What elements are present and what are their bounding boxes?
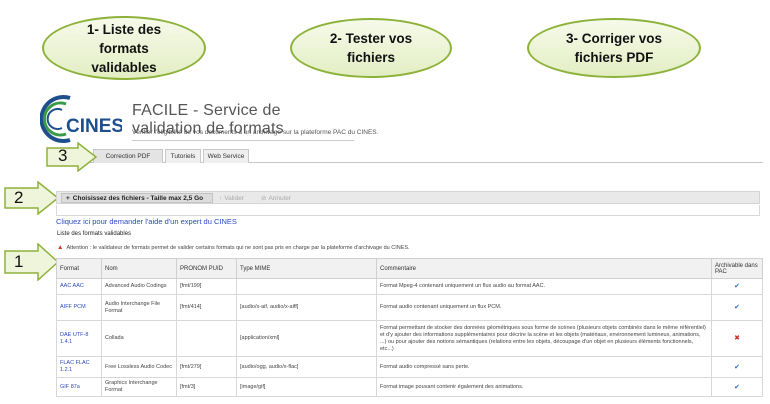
warning-text: Attention : le validateur de formats per…	[66, 244, 410, 251]
column-header[interactable]: Format	[56, 258, 102, 279]
table-row: DAE UTF-8 1.4.1 Collada [application/xml…	[56, 320, 763, 357]
validate-label: Valider	[224, 194, 245, 202]
plus-icon: +	[66, 194, 70, 202]
format-link[interactable]: AIFF PCM	[56, 294, 102, 321]
tab-tutorials[interactable]: Tutoriels	[165, 149, 201, 163]
format-mime: [image/gif]	[236, 377, 377, 397]
step-2-label: 2	[14, 188, 24, 207]
format-puid: [fmt/199]	[176, 278, 237, 295]
format-mime: [application/xml]	[236, 320, 377, 357]
column-header[interactable]: Type MIME	[236, 258, 377, 279]
upload-drop-area[interactable]	[56, 205, 760, 216]
format-name: Advanced Audio Codings	[101, 278, 177, 295]
format-comment: Format image pouvant contenir également …	[376, 377, 712, 397]
step-2-arrow	[4, 181, 60, 215]
not-archivable-cross-icon: ✖	[711, 320, 763, 357]
column-header[interactable]: Commentaire	[376, 258, 712, 279]
table-header-row: Format Nom PRONOM PUID Type MIME Comment…	[56, 258, 763, 279]
format-link[interactable]: AAC AAC	[56, 278, 102, 295]
format-puid: [fmt/3]	[176, 377, 237, 397]
format-link[interactable]: GIF 87a	[56, 377, 102, 397]
cancel-icon: ⊘	[261, 195, 267, 202]
table-row: GIF 87a Graphics Interchange Format [fmt…	[56, 377, 763, 397]
format-comment: Format audio compressé sans perte.	[376, 356, 712, 378]
format-puid: [fmt/414]	[176, 294, 237, 321]
format-mime: [audio/x-aif, audio/x-aiff]	[236, 294, 377, 321]
callout-formats-list: 1- Liste des formats validables	[42, 16, 206, 80]
column-header[interactable]: Archivable dans PAC	[711, 258, 763, 279]
upload-toolbar: + Choisissez des fichiers - Taille max 2…	[56, 191, 760, 204]
cancel-label: Annuler	[268, 194, 291, 202]
expert-help-link[interactable]: Cliquez ici pour demander l'aide d'un ex…	[56, 217, 237, 226]
tab-web-service[interactable]: Web Service	[203, 149, 249, 163]
formats-table: Format Nom PRONOM PUID Type MIME Comment…	[56, 258, 763, 397]
step-1-label: 1	[14, 252, 24, 271]
callout-fix-pdf: 3- Corriger vos fichiers PDF	[527, 18, 701, 78]
tab-bar: Correction PDF Tutoriels Web Service	[83, 149, 763, 163]
archivable-check-icon: ✔	[711, 356, 763, 378]
format-name: Audio Interchange File Format	[101, 294, 177, 321]
warning-line: ▲ Attention : le validateur de formats p…	[57, 244, 410, 251]
step-3-arrow	[46, 142, 98, 172]
format-mime	[236, 278, 377, 295]
tab-correction-pdf[interactable]: Correction PDF	[93, 149, 163, 163]
table-row: AIFF PCM Audio Interchange File Format […	[56, 294, 763, 321]
callout-test-files: 2- Tester vos fichiers	[290, 18, 452, 78]
format-link[interactable]: DAE UTF-8 1.4.1	[56, 320, 102, 357]
format-comment: Format Mpeg-4 contenant uniquement un fl…	[376, 278, 712, 295]
upload-icon: ↑	[219, 194, 223, 202]
archivable-check-icon: ✔	[711, 278, 763, 295]
format-name: Collada	[101, 320, 177, 357]
format-comment: Format permettant de stocker des données…	[376, 320, 712, 357]
archivable-check-icon: ✔	[711, 294, 763, 321]
format-name: Graphics Interchange Format	[101, 377, 177, 397]
warning-icon: ▲	[57, 244, 64, 251]
section-title: Liste des formats validables	[57, 231, 132, 237]
format-puid	[176, 320, 237, 357]
format-link[interactable]: FLAC FLAC 1.2.1	[56, 356, 102, 378]
table-row: FLAC FLAC 1.2.1 Free Lossless Audio Code…	[56, 356, 763, 378]
format-mime: [audio/ogg, audio/x-flac]	[236, 356, 377, 378]
logo-text: CINES	[66, 116, 122, 137]
app-subtitle: Vérifier l'éligibilité de vos documents …	[132, 129, 379, 136]
table-row: AAC AAC Advanced Audio Codings [fmt/199]…	[56, 278, 763, 295]
choose-files-label: Choisissez des fichiers - Taille max 2,5…	[72, 194, 204, 202]
validate-button[interactable]: ↑ Valider	[219, 193, 255, 203]
choose-files-button[interactable]: + Choisissez des fichiers - Taille max 2…	[61, 193, 213, 203]
step-1-arrow	[4, 243, 60, 281]
format-comment: Format audio contenant uniquement un flu…	[376, 294, 712, 321]
cines-logo: CINES	[40, 95, 122, 143]
cancel-button[interactable]: ⊘ Annuler	[261, 193, 299, 203]
archivable-check-icon: ✔	[711, 377, 763, 397]
format-puid: [fmt/279]	[176, 356, 237, 378]
column-header[interactable]: Nom	[101, 258, 177, 279]
format-name: Free Lossless Audio Codec	[101, 356, 177, 378]
step-3-label: 3	[58, 146, 68, 165]
column-header[interactable]: PRONOM PUID	[176, 258, 237, 279]
